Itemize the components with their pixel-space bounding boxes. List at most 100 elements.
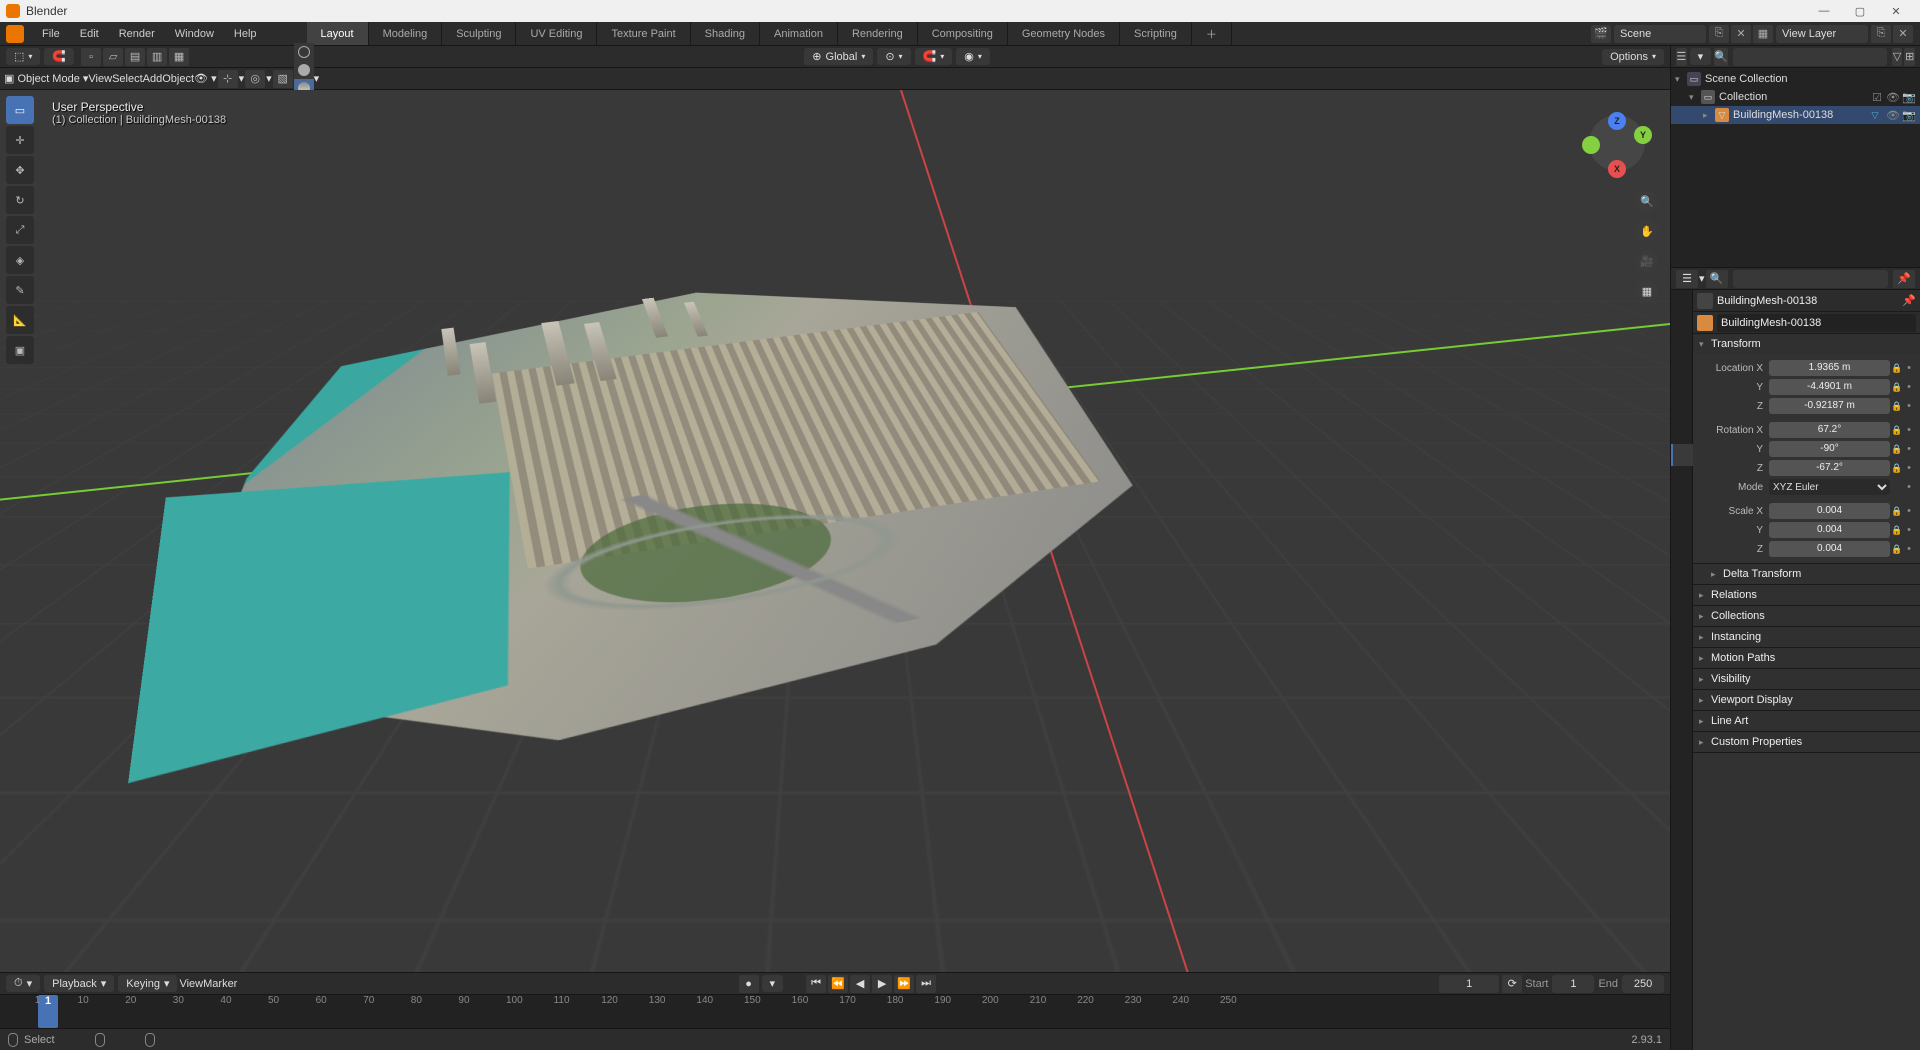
lock-icon[interactable]: 🔒 bbox=[1890, 363, 1904, 374]
panel-header[interactable]: ▸Relations bbox=[1693, 585, 1920, 605]
viewlayer-name-input[interactable] bbox=[1782, 28, 1862, 40]
outliner-editor-type[interactable]: ☰ bbox=[1676, 48, 1687, 66]
workspace-tab-geometrynodes[interactable]: Geometry Nodes bbox=[1008, 22, 1120, 45]
play-button[interactable]: ▶ bbox=[872, 975, 892, 993]
tool-rotate[interactable]: ↻ bbox=[6, 186, 34, 214]
properties-search-icon[interactable]: 🔍 bbox=[1706, 270, 1728, 288]
camera-view-icon[interactable]: 🎥 bbox=[1636, 250, 1658, 272]
viewlayer-new-button[interactable]: ⎘ bbox=[1871, 25, 1891, 43]
outliner-object-row[interactable]: ▸ ▽ BuildingMesh-00138 ▽ 👁📷 bbox=[1671, 106, 1920, 124]
viewport-menu-view[interactable]: View bbox=[88, 73, 112, 85]
snap-vertex-icon[interactable]: ▫ bbox=[81, 48, 101, 66]
menu-window[interactable]: Window bbox=[165, 22, 224, 45]
ptab-object[interactable] bbox=[1671, 444, 1693, 466]
workspace-tab-shading[interactable]: Shading bbox=[691, 22, 760, 45]
visibility-dropdown[interactable]: 👁 ▾ bbox=[194, 72, 217, 85]
lock-icon[interactable]: 🔒 bbox=[1890, 425, 1904, 436]
timeline-marker-menu[interactable]: Marker bbox=[203, 978, 237, 990]
rotation-x-input[interactable]: 67.2° bbox=[1769, 422, 1890, 438]
workspace-tab-scripting[interactable]: Scripting bbox=[1120, 22, 1192, 45]
lock-icon[interactable]: 🔒 bbox=[1890, 382, 1904, 393]
current-frame-input[interactable] bbox=[1439, 975, 1499, 993]
pivot-dropdown[interactable]: ⊙ ▾ bbox=[877, 48, 910, 65]
outliner-search-input[interactable] bbox=[1733, 48, 1887, 66]
overlay-toggle[interactable]: ◎ bbox=[245, 70, 265, 88]
workspace-add-button[interactable]: ＋ bbox=[1192, 22, 1232, 45]
menu-edit[interactable]: Edit bbox=[70, 22, 109, 45]
workspace-tab-compositing[interactable]: Compositing bbox=[918, 22, 1008, 45]
jump-start-button[interactable]: ⏮ bbox=[806, 975, 826, 993]
location-x-input[interactable]: 1.9365 m bbox=[1769, 360, 1890, 376]
hide-icon[interactable]: 👁 bbox=[1886, 91, 1900, 104]
render-icon[interactable]: 📷 bbox=[1902, 109, 1916, 122]
start-frame-input[interactable] bbox=[1552, 975, 1594, 993]
workspace-tab-texturepaint[interactable]: Texture Paint bbox=[597, 22, 690, 45]
end-frame-input[interactable] bbox=[1622, 975, 1664, 993]
tool-move[interactable]: ✥ bbox=[6, 156, 34, 184]
tool-scale[interactable]: ⤢ bbox=[6, 216, 34, 244]
scene-delete-button[interactable]: ✕ bbox=[1731, 25, 1751, 43]
scale-y-input[interactable]: 0.004 bbox=[1769, 522, 1890, 538]
ptab-scene[interactable] bbox=[1671, 378, 1693, 400]
blender-icon[interactable] bbox=[6, 25, 24, 43]
scene-name-input[interactable] bbox=[1620, 28, 1700, 40]
gizmo-axis-x[interactable]: X bbox=[1608, 160, 1626, 178]
viewport-menu-select[interactable]: Select bbox=[112, 73, 143, 85]
properties-search-input[interactable] bbox=[1733, 270, 1888, 288]
lock-icon[interactable]: 🔒 bbox=[1890, 525, 1904, 536]
rotation-mode-select[interactable]: XYZ Euler bbox=[1769, 479, 1890, 495]
workspace-tab-rendering[interactable]: Rendering bbox=[838, 22, 918, 45]
lock-icon[interactable]: 🔒 bbox=[1890, 506, 1904, 517]
tool-cursor[interactable]: ✛ bbox=[6, 126, 34, 154]
zoom-icon[interactable]: 🔍 bbox=[1636, 190, 1658, 212]
gizmo-axis-z[interactable]: Z bbox=[1608, 112, 1626, 130]
mode-dropdown[interactable]: ▣ Object Mode ▾ bbox=[4, 72, 88, 85]
shading-wireframe[interactable] bbox=[294, 43, 314, 61]
menu-help[interactable]: Help bbox=[224, 22, 267, 45]
ptab-texture[interactable] bbox=[1671, 598, 1693, 620]
ptab-tool[interactable] bbox=[1671, 290, 1693, 312]
menu-file[interactable]: File bbox=[32, 22, 70, 45]
snap-increment-icon[interactable]: ▦ bbox=[169, 48, 189, 66]
proportional-edit-toggle[interactable]: ◉ ▾ bbox=[956, 48, 990, 65]
scene-name-field[interactable] bbox=[1614, 25, 1706, 43]
exclude-icon[interactable]: ☑ bbox=[1870, 91, 1884, 104]
ptab-output[interactable] bbox=[1671, 334, 1693, 356]
properties-pin-icon[interactable]: 📌 bbox=[1893, 270, 1915, 288]
panel-header[interactable]: ▸Viewport Display bbox=[1693, 690, 1920, 710]
location-z-input[interactable]: -0.92187 m bbox=[1769, 398, 1890, 414]
ptab-physics[interactable] bbox=[1671, 510, 1693, 532]
tool-annotate[interactable]: ✎ bbox=[6, 276, 34, 304]
gizmo-toggle[interactable]: ⊹ bbox=[218, 70, 238, 88]
snap-dropdown[interactable]: 🧲 bbox=[44, 48, 74, 65]
panel-header[interactable]: ▸Custom Properties bbox=[1693, 732, 1920, 752]
panel-header[interactable]: ▸Visibility bbox=[1693, 669, 1920, 689]
viewlayer-browse-icon[interactable]: ▦ bbox=[1753, 25, 1773, 43]
gizmo-axis-y-neg[interactable] bbox=[1582, 136, 1600, 154]
location-y-input[interactable]: -4.4901 m bbox=[1769, 379, 1890, 395]
ptab-material[interactable] bbox=[1671, 576, 1693, 598]
ptab-viewlayer[interactable] bbox=[1671, 356, 1693, 378]
viewport-options-dropdown[interactable]: Options ▾ bbox=[1602, 49, 1664, 65]
transform-orientation-dropdown[interactable]: ⊕ Global ▾ bbox=[804, 48, 873, 65]
outliner-scene-collection[interactable]: ▾ ▭ Scene Collection bbox=[1671, 70, 1920, 88]
navigation-gizmo[interactable]: Z Y X bbox=[1582, 108, 1652, 178]
gizmo-axis-y[interactable]: Y bbox=[1634, 126, 1652, 144]
snap-volume-icon[interactable]: ▥ bbox=[147, 48, 167, 66]
viewport-menu-add[interactable]: Add bbox=[143, 73, 163, 85]
outliner-body[interactable]: ▾ ▭ Scene Collection ▾ ▭ Collection ☑👁📷 … bbox=[1671, 68, 1920, 267]
timeline-view-menu[interactable]: View bbox=[179, 978, 203, 990]
snap-toggle[interactable]: 🧲 ▾ bbox=[915, 48, 953, 65]
ptab-mesh[interactable] bbox=[1671, 554, 1693, 576]
playhead[interactable]: 1 bbox=[38, 995, 58, 1028]
keyframe-prev-button[interactable]: ⏪ bbox=[828, 975, 848, 993]
workspace-tab-sculpting[interactable]: Sculpting bbox=[442, 22, 516, 45]
render-icon[interactable]: 📷 bbox=[1902, 91, 1916, 104]
menu-render[interactable]: Render bbox=[109, 22, 165, 45]
lock-icon[interactable]: 🔒 bbox=[1890, 463, 1904, 474]
scale-x-input[interactable]: 0.004 bbox=[1769, 503, 1890, 519]
scale-z-input[interactable]: 0.004 bbox=[1769, 541, 1890, 557]
workspace-tab-layout[interactable]: Layout bbox=[307, 22, 369, 45]
lock-icon[interactable]: 🔒 bbox=[1890, 544, 1904, 555]
viewport-menu-object[interactable]: Object bbox=[162, 73, 194, 85]
